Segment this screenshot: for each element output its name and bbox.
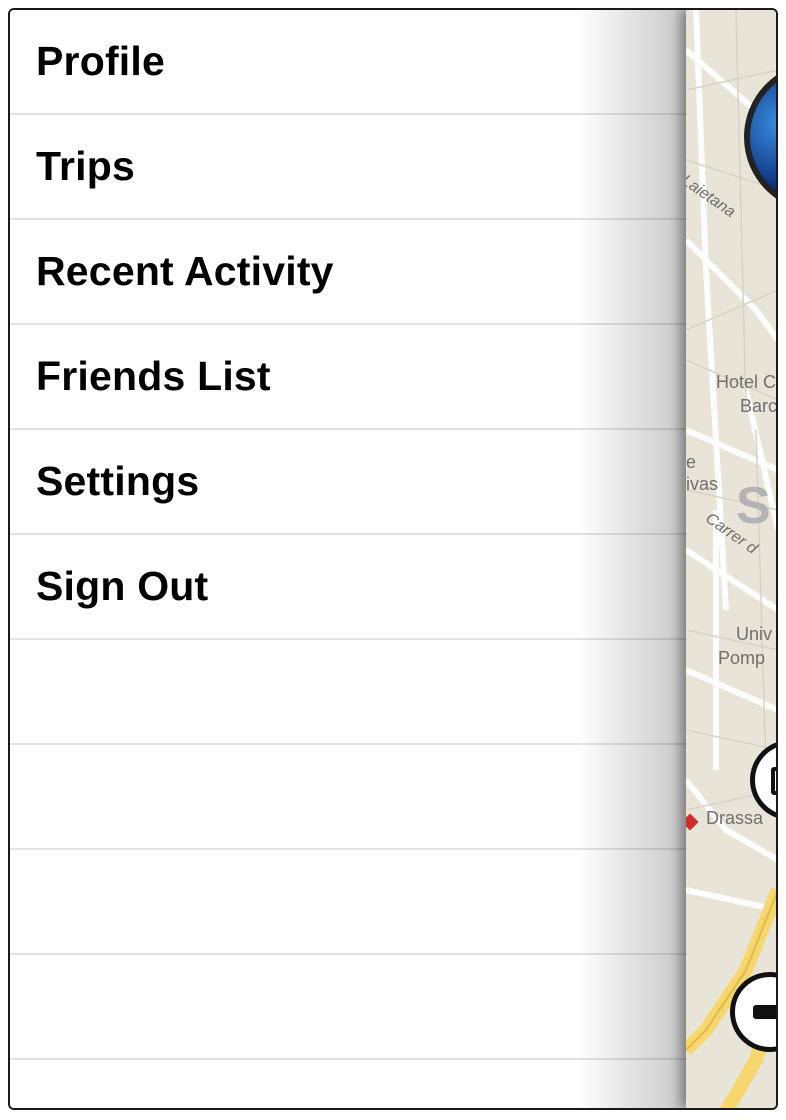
map-place-label: Hotel C bbox=[716, 372, 777, 392]
map-place-label: Drassa bbox=[706, 808, 764, 828]
map-place-label: Univ bbox=[736, 624, 773, 644]
map-view[interactable]: Laietana Hotel C Barc e ivas S Carrer d … bbox=[686, 10, 778, 1108]
menu-item-profile[interactable]: Profile bbox=[10, 10, 686, 115]
menu-item-label: Profile bbox=[36, 38, 165, 84]
menu-item-empty bbox=[10, 955, 686, 1060]
menu-item-label: Settings bbox=[36, 458, 200, 504]
map-place-label: Barc bbox=[740, 396, 778, 416]
menu-item-trips[interactable]: Trips bbox=[10, 115, 686, 220]
menu-item-empty bbox=[10, 850, 686, 955]
menu-item-sign-out[interactable]: Sign Out bbox=[10, 535, 686, 640]
device-frame: Profile Trips Recent Activity Friends Li… bbox=[8, 8, 778, 1110]
minus-icon bbox=[753, 1005, 776, 1019]
menu-item-recent-activity[interactable]: Recent Activity bbox=[10, 220, 686, 325]
menu-item-empty bbox=[10, 640, 686, 745]
lock-icon bbox=[771, 767, 776, 795]
map-place-label: Pomp bbox=[718, 648, 766, 668]
menu-item-label: Friends List bbox=[36, 353, 271, 399]
map-street-label: e bbox=[686, 452, 697, 472]
menu-item-friends-list[interactable]: Friends List bbox=[10, 325, 686, 430]
map-district-label: S bbox=[736, 477, 771, 535]
menu-item-empty bbox=[10, 745, 686, 850]
menu-item-label: Recent Activity bbox=[36, 248, 334, 294]
menu-item-label: Sign Out bbox=[36, 563, 209, 609]
side-menu: Profile Trips Recent Activity Friends Li… bbox=[10, 10, 686, 1108]
map-street-label: ivas bbox=[686, 474, 719, 494]
menu-item-label: Trips bbox=[36, 143, 135, 189]
menu-item-settings[interactable]: Settings bbox=[10, 430, 686, 535]
